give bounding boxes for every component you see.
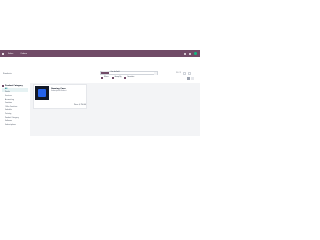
search-query[interactable]: Can be Sold	[110, 72, 119, 74]
group-icon	[111, 77, 114, 79]
filter-icon	[101, 77, 103, 79]
breadcrumb: Products	[3, 73, 12, 75]
search-toggle-icon[interactable]	[154, 71, 157, 75]
product-title: Gaming Case	[51, 88, 66, 90]
star-icon	[124, 77, 127, 79]
view-switcher	[187, 77, 194, 80]
group-by-button[interactable]: Group By	[111, 77, 122, 79]
product-card[interactable]: Gaming Case Subscription Product Price: …	[33, 84, 87, 109]
navbar-right	[184, 52, 197, 55]
side-panel-header: Product Category	[2, 85, 28, 87]
search-facet[interactable]: Products	[101, 72, 110, 74]
search-options: Filters Group By Favorites	[101, 77, 134, 79]
top-navbar: Sales Orders	[0, 50, 200, 57]
kanban-area: Gaming Case Subscription Product Price: …	[30, 83, 200, 136]
group-by-label: Group By	[114, 77, 122, 78]
pager-value[interactable]: 1-1 / 1	[176, 73, 181, 75]
pager-prev-icon[interactable]	[182, 72, 186, 75]
product-image	[35, 86, 49, 100]
product-image-icon	[38, 89, 46, 97]
kanban-view-icon[interactable]	[187, 77, 190, 80]
product-subtitle: Subscription Product	[51, 91, 67, 92]
favorites-button[interactable]: Favorites	[124, 77, 134, 79]
folder-icon	[2, 85, 4, 87]
side-panel-title: Product Category	[5, 85, 23, 87]
app-title[interactable]: Sales	[8, 53, 13, 55]
category-side-panel: Product Category All Desks Services Acco…	[0, 83, 30, 136]
chat-icon[interactable]	[184, 52, 186, 55]
filters-label: Filters	[104, 77, 109, 78]
favorites-label: Favorites	[127, 77, 135, 78]
nav-menu-orders[interactable]: Orders	[20, 53, 27, 55]
product-price: Price: $ 750.00	[74, 105, 87, 106]
app-menu-icon[interactable]	[2, 52, 4, 55]
search-bar[interactable]: Products Can be Sold	[100, 71, 158, 75]
list-view-icon[interactable]	[191, 77, 194, 80]
clock-icon[interactable]	[189, 52, 191, 55]
filters-button[interactable]: Filters	[101, 77, 109, 79]
avatar[interactable]	[194, 52, 197, 55]
category-item[interactable]: Subscriptions	[2, 124, 28, 128]
pager: 1-1 / 1	[176, 72, 191, 75]
pager-next-icon[interactable]	[187, 72, 191, 75]
